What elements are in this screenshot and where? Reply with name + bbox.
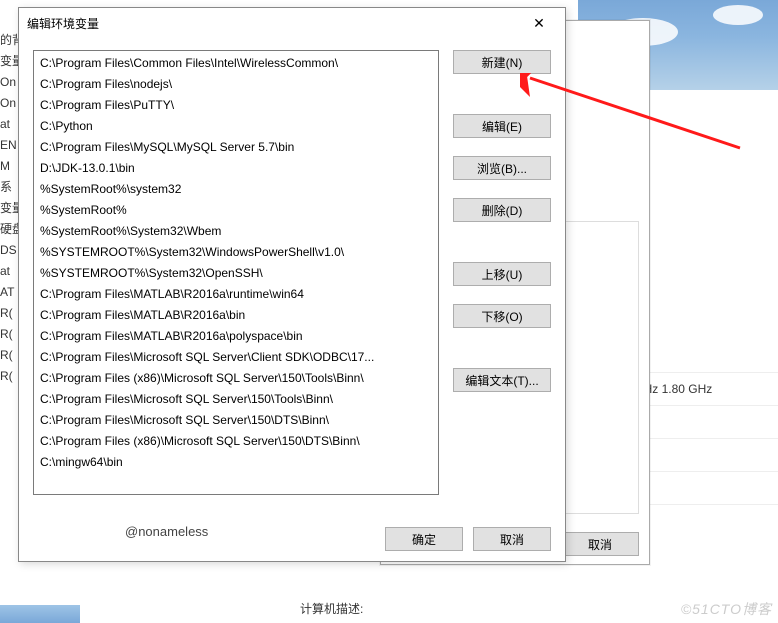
path-item[interactable]: C:\Program Files\nodejs\: [34, 74, 438, 95]
path-item[interactable]: C:\Program Files\Microsoft SQL Server\15…: [34, 389, 438, 410]
close-button[interactable]: ✕: [521, 9, 557, 37]
path-item[interactable]: C:\Program Files\MySQL\MySQL Server 5.7\…: [34, 137, 438, 158]
side-button-column: 新建(N) 编辑(E) 浏览(B)... 删除(D) 上移(U) 下移(O) 编…: [453, 50, 551, 495]
thumbnail-strip-fragment: [0, 605, 80, 623]
path-listbox[interactable]: C:\Program Files\Common Files\Intel\Wire…: [33, 50, 439, 495]
path-item[interactable]: C:\mingw64\bin: [34, 452, 438, 473]
ok-button[interactable]: 确定: [385, 527, 463, 551]
path-item[interactable]: C:\Program Files\MATLAB\R2016a\bin: [34, 305, 438, 326]
path-item[interactable]: C:\Program Files\MATLAB\R2016a\runtime\w…: [34, 284, 438, 305]
watermark-username: @nonameless: [125, 524, 208, 539]
path-item[interactable]: %SYSTEMROOT%\System32\WindowsPowerShell\…: [34, 242, 438, 263]
parent-cancel-button[interactable]: 取消: [561, 532, 639, 556]
background-left-fragments: 的背变量 OnOn atEN M 系 变量硬盘 DSat ATR( R(R( R…: [0, 0, 18, 600]
path-item[interactable]: C:\Program Files (x86)\Microsoft SQL Ser…: [34, 368, 438, 389]
path-item[interactable]: %SystemRoot%: [34, 200, 438, 221]
path-item[interactable]: C:\Program Files (x86)\Microsoft SQL Ser…: [34, 431, 438, 452]
path-item[interactable]: C:\Python: [34, 116, 438, 137]
dialog-titlebar: 编辑环境变量 ✕: [19, 8, 565, 38]
move-up-button[interactable]: 上移(U): [453, 262, 551, 286]
close-icon: ✕: [533, 15, 545, 32]
path-item[interactable]: C:\Program Files\Common Files\Intel\Wire…: [34, 53, 438, 74]
edit-env-var-dialog: 编辑环境变量 ✕ C:\Program Files\Common Files\I…: [18, 7, 566, 562]
path-item[interactable]: %SystemRoot%\System32\Wbem: [34, 221, 438, 242]
edit-text-button[interactable]: 编辑文本(T)...: [453, 368, 551, 392]
delete-button[interactable]: 删除(D): [453, 198, 551, 222]
cancel-button[interactable]: 取消: [473, 527, 551, 551]
path-item[interactable]: %SystemRoot%\system32: [34, 179, 438, 200]
path-item[interactable]: C:\Program Files\MATLAB\R2016a\polyspace…: [34, 326, 438, 347]
computer-description-label: 计算机描述:: [300, 600, 363, 617]
browse-button[interactable]: 浏览(B)...: [453, 156, 551, 180]
dialog-title: 编辑环境变量: [27, 15, 99, 32]
watermark-site: ©51CTO博客: [681, 599, 772, 619]
path-item[interactable]: %SYSTEMROOT%\System32\OpenSSH\: [34, 263, 438, 284]
edit-button[interactable]: 编辑(E): [453, 114, 551, 138]
path-item[interactable]: C:\Program Files\Microsoft SQL Server\15…: [34, 410, 438, 431]
path-item[interactable]: C:\Program Files\Microsoft SQL Server\Cl…: [34, 347, 438, 368]
new-button[interactable]: 新建(N): [453, 50, 551, 74]
path-item[interactable]: C:\Program Files\PuTTY\: [34, 95, 438, 116]
move-down-button[interactable]: 下移(O): [453, 304, 551, 328]
path-item[interactable]: D:\JDK-13.0.1\bin: [34, 158, 438, 179]
